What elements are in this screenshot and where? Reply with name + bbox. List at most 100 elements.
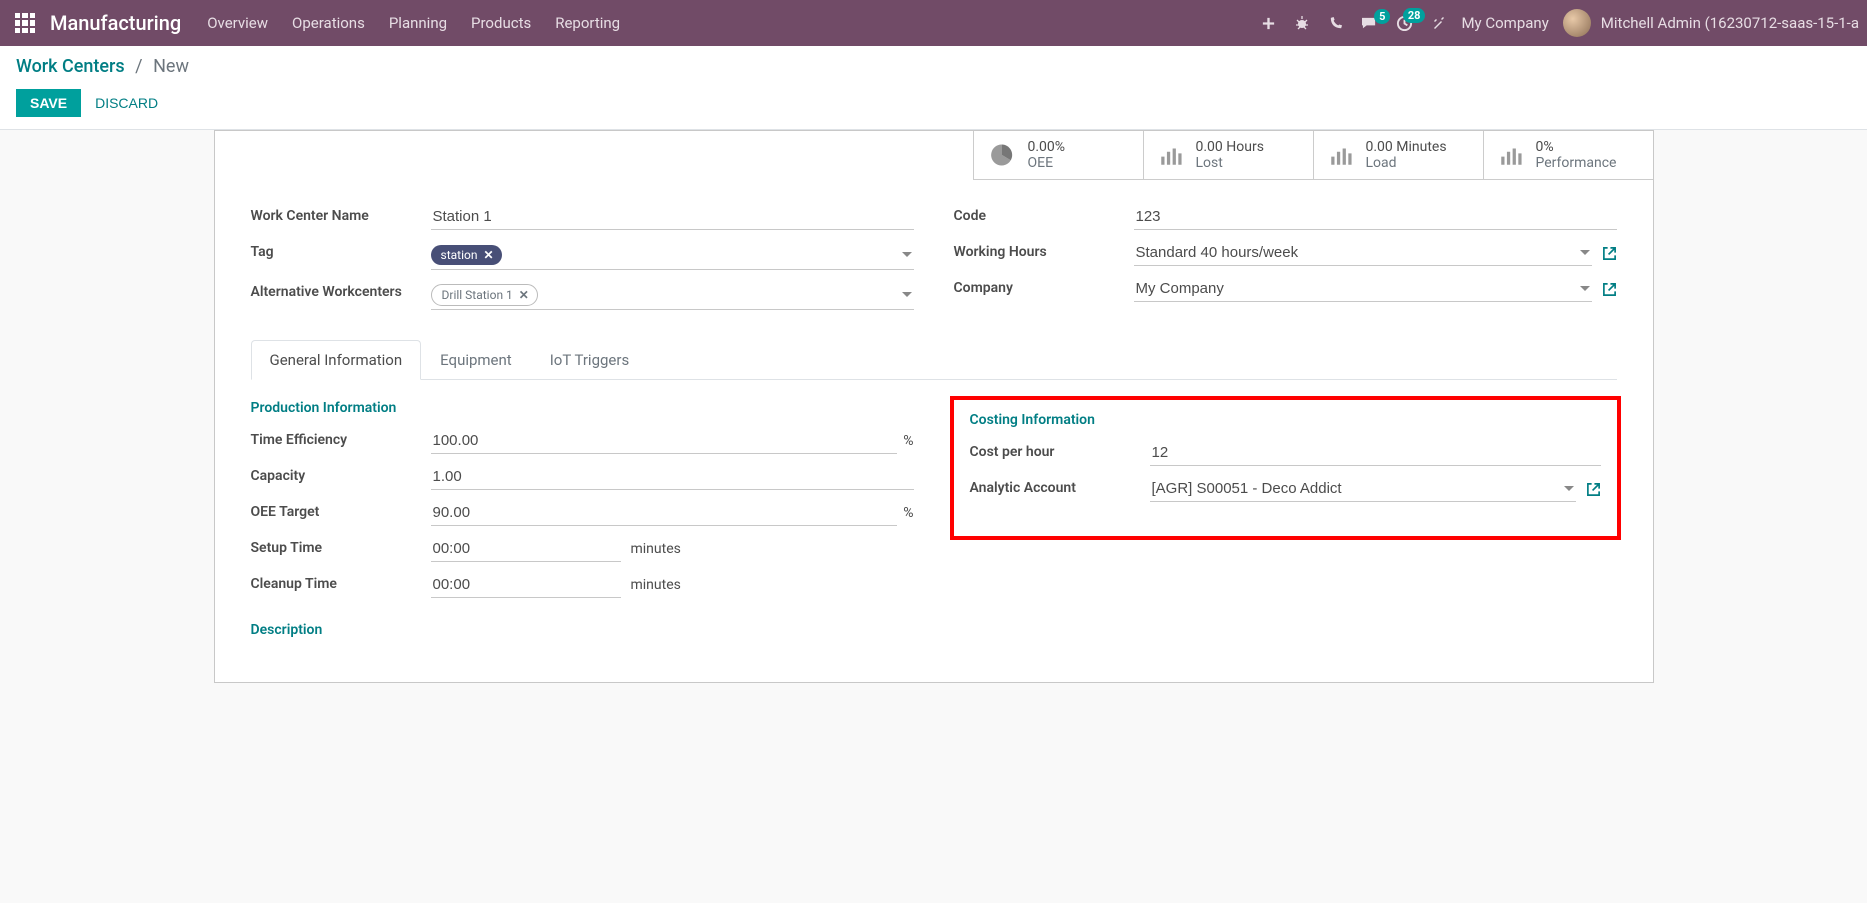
label-setup-time: Setup Time: [251, 536, 431, 556]
nav-planning[interactable]: Planning: [389, 14, 447, 32]
nav-reporting[interactable]: Reporting: [555, 14, 620, 32]
description-section-title: Description: [251, 622, 914, 638]
tag-remove-icon[interactable]: ✕: [483, 248, 493, 262]
label-capacity: Capacity: [251, 464, 431, 484]
bar-chart-icon: [1498, 142, 1524, 168]
discard-button[interactable]: Discard: [95, 95, 158, 111]
name-input[interactable]: [431, 204, 914, 230]
working-hours-input[interactable]: [1134, 240, 1592, 266]
breadcrumb-leaf: New: [153, 56, 189, 77]
company-switcher[interactable]: My Company: [1461, 14, 1548, 32]
stat-oee-label: OEE: [1028, 155, 1066, 171]
setup-time-input[interactable]: [431, 536, 621, 562]
label-alt-workcenters: Alternative Workcenters: [251, 280, 431, 300]
minutes-label: minutes: [631, 541, 681, 557]
external-link-icon[interactable]: [1586, 482, 1601, 497]
main-navbar: Manufacturing Overview Operations Planni…: [0, 0, 1867, 46]
breadcrumb-root[interactable]: Work Centers: [16, 56, 125, 77]
minutes-label: minutes: [631, 577, 681, 593]
percent-label: %: [903, 433, 913, 449]
user-name: Mitchell Admin (16230712-saas-15-1-a: [1601, 14, 1859, 32]
bar-chart-icon: [1328, 142, 1354, 168]
label-company: Company: [954, 276, 1134, 296]
group-costing: Costing Information Cost per hour Analyt…: [954, 400, 1617, 638]
user-menu[interactable]: Mitchell Admin (16230712-saas-15-1-a: [1563, 9, 1859, 37]
alt-chip-label: Drill Station 1: [442, 288, 513, 302]
tools-icon[interactable]: [1431, 15, 1447, 31]
plus-icon[interactable]: [1261, 16, 1276, 31]
stat-perf-label: Performance: [1536, 155, 1617, 171]
production-section-title: Production Information: [251, 400, 914, 416]
nav-systray: 5 28: [1261, 15, 1447, 32]
stat-lost-label: Lost: [1196, 155, 1264, 171]
time-efficiency-input[interactable]: [431, 428, 898, 454]
external-link-icon[interactable]: [1602, 246, 1617, 261]
chevron-down-icon: [902, 252, 912, 258]
label-working-hours: Working Hours: [954, 240, 1134, 260]
messages-icon[interactable]: 5: [1361, 16, 1378, 31]
tab-equipment[interactable]: Equipment: [421, 340, 531, 380]
label-oee-target: OEE Target: [251, 500, 431, 520]
stat-perf-value: 0%: [1536, 139, 1617, 155]
label-cost-per-hour: Cost per hour: [970, 440, 1150, 460]
costing-section-title: Costing Information: [970, 412, 1601, 428]
group-production: Production Information Time Efficiency %…: [251, 400, 914, 638]
label-code: Code: [954, 204, 1134, 224]
tag-chip-label: station: [441, 248, 478, 262]
stat-oee-value: 0.00%: [1028, 139, 1066, 155]
oee-target-input[interactable]: [431, 500, 898, 526]
label-tag: Tag: [251, 240, 431, 260]
percent-label: %: [903, 505, 913, 521]
label-cleanup-time: Cleanup Time: [251, 572, 431, 592]
stat-lost-value: 0.00 Hours: [1196, 139, 1264, 155]
activities-icon[interactable]: 28: [1396, 15, 1413, 32]
external-link-icon[interactable]: [1602, 282, 1617, 297]
stat-load-value: 0.00 Minutes: [1366, 139, 1447, 155]
pie-chart-icon: [988, 141, 1016, 169]
company-input[interactable]: [1134, 276, 1592, 302]
brand-title[interactable]: Manufacturing: [50, 11, 181, 35]
tabs: General Information Equipment IoT Trigge…: [251, 340, 1617, 380]
alt-remove-icon[interactable]: ✕: [519, 288, 529, 302]
analytic-account-input[interactable]: [1150, 476, 1576, 502]
stat-load-label: Load: [1366, 155, 1447, 171]
form-sheet: 0.00%OEE 0.00 HoursLost 0.00 MinutesLoad…: [214, 130, 1654, 683]
tab-iot[interactable]: IoT Triggers: [531, 340, 648, 380]
group-right: Code Working Hours: [954, 204, 1617, 320]
save-button[interactable]: Save: [16, 89, 81, 117]
control-panel: Work Centers / New Save Discard: [0, 46, 1867, 130]
code-input[interactable]: [1134, 204, 1617, 230]
activities-badge: 28: [1403, 8, 1426, 23]
group-left: Work Center Name Tag station ✕: [251, 204, 914, 320]
stat-lost[interactable]: 0.00 HoursLost: [1143, 131, 1313, 180]
avatar: [1563, 9, 1591, 37]
tag-input[interactable]: station ✕: [431, 240, 914, 270]
label-name: Work Center Name: [251, 204, 431, 224]
nav-products[interactable]: Products: [471, 14, 531, 32]
nav-overview[interactable]: Overview: [207, 14, 268, 32]
alt-chip: Drill Station 1 ✕: [431, 284, 538, 306]
cost-per-hour-input[interactable]: [1150, 440, 1601, 466]
stat-oee[interactable]: 0.00%OEE: [973, 131, 1143, 180]
capacity-input[interactable]: [431, 464, 914, 490]
stat-load[interactable]: 0.00 MinutesLoad: [1313, 131, 1483, 180]
chevron-down-icon: [902, 292, 912, 298]
stat-performance[interactable]: 0%Performance: [1483, 131, 1653, 180]
label-analytic-account: Analytic Account: [970, 476, 1150, 496]
tag-chip: station ✕: [431, 245, 502, 265]
tab-general[interactable]: General Information: [251, 340, 422, 380]
nav-operations[interactable]: Operations: [292, 14, 365, 32]
messages-badge: 5: [1374, 9, 1390, 24]
bug-icon[interactable]: [1294, 15, 1310, 31]
costing-highlight-box: Costing Information Cost per hour Analyt…: [950, 396, 1621, 540]
apps-icon[interactable]: [14, 12, 36, 34]
statbutton-bar: 0.00%OEE 0.00 HoursLost 0.00 MinutesLoad…: [215, 131, 1653, 180]
breadcrumb: Work Centers / New: [16, 56, 1851, 77]
phone-icon[interactable]: [1328, 16, 1343, 31]
nav-menu: Overview Operations Planning Products Re…: [207, 14, 620, 32]
breadcrumb-sep: /: [135, 56, 142, 77]
cleanup-time-input[interactable]: [431, 572, 621, 598]
alt-workcenters-input[interactable]: Drill Station 1 ✕: [431, 280, 914, 310]
label-time-efficiency: Time Efficiency: [251, 428, 431, 448]
bar-chart-icon: [1158, 142, 1184, 168]
